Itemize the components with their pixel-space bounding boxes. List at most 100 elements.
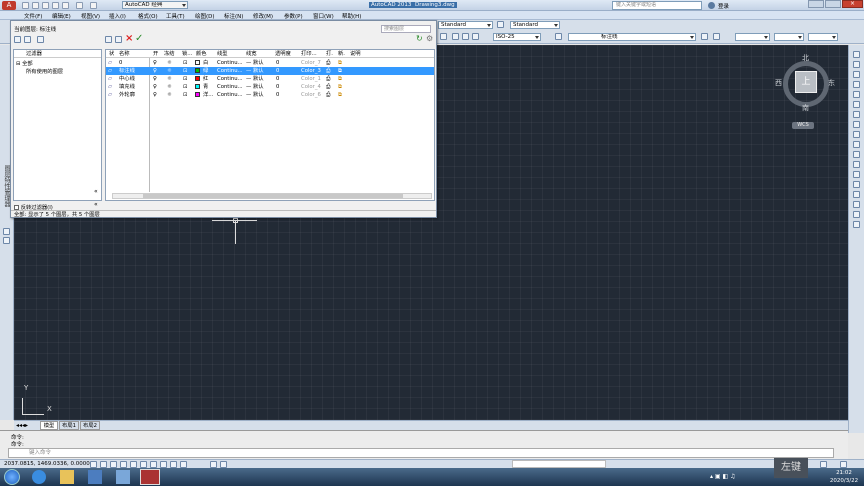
modify-tool-6-icon[interactable]	[853, 101, 860, 108]
login-link[interactable]: 登录	[718, 2, 729, 10]
polar-tracking-icon[interactable]	[130, 461, 137, 468]
layer-on-icon[interactable]: ♀	[153, 91, 157, 99]
lineweight-icon[interactable]	[170, 461, 177, 468]
viewcube-south[interactable]: 南	[802, 103, 809, 113]
layer-transparency[interactable]: 0	[276, 75, 279, 83]
ie-taskbar-icon[interactable]	[32, 470, 46, 484]
menu-modify[interactable]: 修改(M)	[253, 12, 273, 20]
viewcube-north[interactable]: 北	[802, 53, 809, 63]
layer-freeze-icon[interactable]: ☼	[167, 59, 172, 67]
layer-lineweight[interactable]: — 默认	[246, 67, 264, 75]
modify-tool-9-icon[interactable]	[853, 131, 860, 138]
layer-freeze-icon[interactable]: ☼	[167, 67, 172, 75]
layer-lineweight[interactable]: — 默认	[246, 91, 264, 99]
tray-icons[interactable]: ▴ ▣ ◧ ♫	[710, 473, 770, 481]
dim-scale-select[interactable]: ISO-25	[493, 33, 541, 41]
col-lineweight[interactable]: 线宽	[246, 50, 257, 58]
dim-style-select[interactable]: Standard	[510, 21, 560, 29]
menu-dimension[interactable]: 标注(N)	[224, 12, 243, 20]
tab-model[interactable]: 模型	[40, 421, 58, 430]
menu-draw[interactable]: 绘图(D)	[195, 12, 215, 20]
layer-color-swatch[interactable]	[195, 75, 200, 83]
tree-item-used[interactable]: 所有使用的图层	[26, 67, 63, 75]
redo-icon[interactable]	[90, 2, 97, 9]
menu-view[interactable]: 视图(V)	[81, 12, 100, 20]
col-color[interactable]: 颜色	[196, 50, 207, 58]
text-style-select[interactable]: Standard	[438, 21, 493, 29]
modify-tool-4-icon[interactable]	[853, 81, 860, 88]
layer-lineweight[interactable]: — 默认	[246, 59, 264, 67]
layer-newvp-icon[interactable]: ⧉	[338, 59, 342, 67]
modify-tool-16-icon[interactable]	[853, 201, 860, 208]
model-space-icon[interactable]	[210, 461, 217, 468]
layer-plot-icon[interactable]: ⎙	[326, 59, 330, 67]
dim-tool-icon[interactable]	[452, 33, 459, 40]
layer-freeze-icon[interactable]: ☼	[167, 83, 172, 91]
save-icon[interactable]	[42, 2, 49, 9]
new-filter-icon[interactable]	[14, 36, 21, 43]
quick-view-icon[interactable]	[220, 461, 227, 468]
color-select[interactable]	[735, 33, 770, 41]
new-layer-icon[interactable]	[105, 36, 112, 43]
layer-linetype[interactable]: Continu...	[217, 91, 243, 99]
col-linetype[interactable]: 线型	[217, 50, 228, 58]
scroll-thumb[interactable]	[143, 194, 403, 198]
layer-newvp-icon[interactable]: ⧉	[338, 75, 342, 83]
layer-on-icon[interactable]: ♀	[153, 83, 157, 91]
command-input[interactable]: 键入命令	[8, 448, 834, 458]
dimstyle-icon[interactable]	[497, 21, 504, 28]
osnap-tracking-icon[interactable]	[150, 461, 157, 468]
menu-file[interactable]: 文件(F)	[24, 12, 42, 20]
ortho-mode-icon[interactable]	[120, 461, 127, 468]
col-plot[interactable]: 打.	[326, 50, 333, 58]
table-hscrollbar[interactable]	[112, 193, 432, 199]
layer-on-icon[interactable]: ♀	[153, 59, 157, 67]
col-status[interactable]: 状	[109, 50, 114, 58]
viewcube[interactable]: 上 北 南 西 东	[775, 53, 835, 113]
layer-color-swatch[interactable]	[195, 67, 200, 75]
layer-row[interactable]: ▱ 0 ♀ ☼ ⊡ 白 Continu... — 默认 0 Color_7 ⎙ …	[106, 59, 434, 67]
minimize-button[interactable]	[808, 0, 824, 8]
plot-icon[interactable]	[62, 2, 69, 9]
layer-linetype[interactable]: Continu...	[217, 59, 243, 67]
col-name[interactable]: 名称	[119, 50, 130, 58]
col-transparency[interactable]: 透明度	[275, 50, 291, 58]
layer-lock-icon[interactable]: ⊡	[183, 59, 187, 67]
grid-display-icon[interactable]	[110, 461, 117, 468]
layer-manager-icon[interactable]	[555, 33, 562, 40]
layer-newvp-icon[interactable]: ⧉	[338, 67, 342, 75]
menu-format[interactable]: 格式(O)	[138, 12, 158, 20]
menu-window[interactable]: 窗口(W)	[313, 12, 334, 20]
tree-collapse-arrows[interactable]: «	[94, 201, 98, 208]
tree-item-all[interactable]: ⊟ 全部	[16, 59, 33, 67]
user-icon[interactable]	[708, 2, 715, 9]
wcs-menu[interactable]: WCS	[792, 122, 814, 129]
layer-row[interactable]: ▱ 中心线 ♀ ☼ ⊡ 红 Continu... — 默认 0 Color_1 …	[106, 75, 434, 83]
coordinate-readout[interactable]: 2037.0815, 1469.0336, 0.0000	[4, 461, 90, 467]
layer-linetype[interactable]: Continu...	[217, 83, 243, 91]
layer-lock-icon[interactable]: ⊡	[183, 75, 187, 83]
layer-lock-icon[interactable]: ⊡	[183, 67, 187, 75]
col-on[interactable]: 开	[153, 50, 158, 58]
snap-mode-icon[interactable]	[100, 461, 107, 468]
layer-freeze-icon[interactable]: ☼	[167, 75, 172, 83]
modify-tool-15-icon[interactable]	[853, 191, 860, 198]
tab-layout1[interactable]: 布局1	[59, 421, 79, 430]
workspace-switch-icon[interactable]	[820, 461, 827, 468]
new-icon[interactable]	[22, 2, 29, 9]
layer-tool-icon[interactable]	[440, 33, 447, 40]
layer-linetype[interactable]: Continu...	[217, 75, 243, 83]
dim-tool2-icon[interactable]	[462, 33, 469, 40]
app3-taskbar-icon[interactable]	[88, 470, 102, 484]
object-snap-icon[interactable]	[140, 461, 147, 468]
modify-tool-3-icon[interactable]	[853, 71, 860, 78]
group-filter-icon[interactable]	[24, 36, 31, 43]
settings-icon[interactable]: ⚙	[426, 34, 433, 43]
clock[interactable]: 21:02 2020/3/22	[826, 469, 862, 485]
set-current-icon[interactable]: ✓	[135, 33, 143, 44]
layer-on-icon[interactable]: ♀	[153, 75, 157, 83]
saveas-icon[interactable]	[52, 2, 59, 9]
col-lock[interactable]: 锁...	[182, 50, 192, 58]
explorer-taskbar-icon[interactable]	[60, 470, 74, 484]
ime-toolbar[interactable]	[512, 460, 606, 468]
